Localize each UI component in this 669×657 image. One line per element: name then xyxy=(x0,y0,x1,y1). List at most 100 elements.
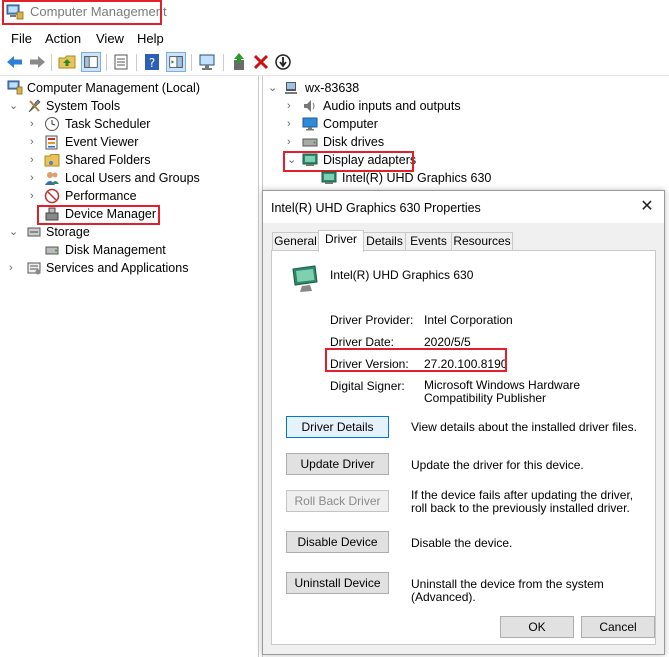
services-icon xyxy=(27,262,41,275)
roll-back-driver-button[interactable]: Roll Back Driver xyxy=(286,490,389,512)
chevron-right-icon[interactable]: › xyxy=(287,136,297,148)
driver-date-label: Driver Date: xyxy=(330,335,395,349)
scan-hardware-icon[interactable] xyxy=(197,52,217,72)
device-name: Intel(R) UHD Graphics 630 xyxy=(330,268,474,282)
up-folder-icon[interactable] xyxy=(57,52,77,72)
back-arrow-icon[interactable] xyxy=(5,52,25,72)
menu-help[interactable]: Help xyxy=(137,31,164,46)
toolbar: ? xyxy=(0,49,669,76)
chevron-right-icon[interactable]: › xyxy=(287,118,297,130)
performance-icon xyxy=(44,188,60,204)
digital-signer-value: Microsoft Windows Hardware Compatibility… xyxy=(424,378,581,405)
tab-details[interactable]: Details xyxy=(363,232,406,251)
tree-label: Services and Applications xyxy=(46,261,189,275)
disk-drive-icon xyxy=(302,138,318,147)
tree-item-services-applications[interactable]: › Services and Applications xyxy=(0,260,256,278)
chevron-down-icon[interactable]: ⌄ xyxy=(268,82,278,94)
show-action-pane-icon[interactable] xyxy=(166,52,186,72)
toolbar-separator xyxy=(223,54,224,71)
menu-bar: File Action View Help xyxy=(0,28,669,48)
tree-item-storage[interactable]: ⌄ Storage xyxy=(0,224,256,242)
computer-management-icon xyxy=(7,80,23,95)
uninstall-device-button[interactable]: Uninstall Device xyxy=(286,572,389,594)
chevron-right-icon[interactable]: › xyxy=(30,136,40,148)
storage-icon xyxy=(27,227,41,237)
users-icon xyxy=(45,172,59,185)
tree-item-audio[interactable]: › Audio inputs and outputs xyxy=(263,98,663,116)
tree-label: Computer xyxy=(323,117,378,131)
chevron-right-icon[interactable]: › xyxy=(30,154,40,166)
tree-label: Disk drives xyxy=(323,135,385,149)
chevron-right-icon[interactable]: › xyxy=(30,172,40,184)
forward-arrow-icon[interactable] xyxy=(27,52,47,72)
update-driver-icon[interactable] xyxy=(229,52,249,72)
title-bar: Computer Management xyxy=(0,0,669,26)
tree-label: Computer Management (Local) xyxy=(27,81,200,95)
dialog-title-bar: Intel(R) UHD Graphics 630 Properties ✕ xyxy=(263,191,664,223)
tree-item-local-users-groups[interactable]: › Local Users and Groups xyxy=(0,170,256,188)
tree-label: wx-83638 xyxy=(305,81,360,95)
display-adapter-icon xyxy=(321,171,337,184)
title-highlight-box xyxy=(2,0,162,25)
tab-driver[interactable]: Driver xyxy=(318,230,364,252)
show-hide-console-tree-icon[interactable] xyxy=(81,52,101,72)
chevron-right-icon[interactable]: › xyxy=(30,190,40,202)
driver-tab-panel: Intel(R) UHD Graphics 630 Driver Provide… xyxy=(271,250,656,645)
tree-label: Intel(R) UHD Graphics 630 xyxy=(342,171,492,185)
uninstall-x-icon[interactable] xyxy=(251,52,271,72)
driver-date-value: 2020/5/5 xyxy=(424,335,471,349)
tree-item-system-tools[interactable]: ⌄ System Tools xyxy=(0,98,256,116)
tree-item-task-scheduler[interactable]: › Task Scheduler xyxy=(0,116,256,134)
tree-item-intel-uhd[interactable]: Intel(R) UHD Graphics 630 xyxy=(263,170,663,188)
tree-item-disk-drives[interactable]: › Disk drives xyxy=(263,134,663,152)
tree-item-performance[interactable]: › Performance xyxy=(0,188,256,206)
tab-events[interactable]: Events xyxy=(405,232,452,251)
tree-item-disk-management[interactable]: Disk Management xyxy=(0,242,256,260)
chevron-down-icon[interactable]: ⌄ xyxy=(9,226,19,238)
enable-device-icon[interactable] xyxy=(273,52,293,72)
computer-icon xyxy=(285,82,297,94)
toolbar-separator xyxy=(51,54,52,71)
chevron-right-icon[interactable]: › xyxy=(287,100,297,112)
digital-signer-label: Digital Signer: xyxy=(330,379,405,393)
menu-action[interactable]: Action xyxy=(45,31,81,46)
tree-item-computer[interactable]: › Computer xyxy=(263,116,663,134)
display-adapter-icon xyxy=(292,265,318,292)
console-tree-pane: Computer Management (Local) ⌄ System Too… xyxy=(0,76,259,657)
disable-device-button[interactable]: Disable Device xyxy=(286,531,389,553)
device-manager-highlight-box xyxy=(37,205,160,225)
driver-version-highlight-box xyxy=(325,348,507,372)
driver-details-description: View details about the installed driver … xyxy=(411,420,637,434)
tab-resources[interactable]: Resources xyxy=(451,232,513,251)
speaker-icon xyxy=(304,100,315,112)
driver-provider-value: Intel Corporation xyxy=(424,313,513,327)
toolbar-separator xyxy=(136,54,137,71)
properties-icon[interactable] xyxy=(111,52,131,72)
tree-label: Local Users and Groups xyxy=(65,171,200,185)
chevron-right-icon[interactable]: › xyxy=(9,262,19,274)
tab-general[interactable]: General xyxy=(272,232,319,251)
tree-item-shared-folders[interactable]: › Shared Folders xyxy=(0,152,256,170)
tree-label: System Tools xyxy=(46,99,121,113)
tree-item-event-viewer[interactable]: › Event Viewer xyxy=(0,134,256,152)
tree-label: Event Viewer xyxy=(65,135,139,149)
display-adapters-highlight-box xyxy=(283,151,414,172)
chevron-right-icon[interactable]: › xyxy=(30,118,40,130)
driver-details-button[interactable]: Driver Details xyxy=(286,416,389,438)
chevron-down-icon[interactable]: ⌄ xyxy=(9,100,19,112)
svg-text:?: ? xyxy=(149,56,155,70)
toolbar-separator xyxy=(191,54,192,71)
disable-device-description: Disable the device. xyxy=(411,536,513,550)
cancel-button[interactable]: Cancel xyxy=(581,616,655,638)
monitor-icon xyxy=(302,117,318,131)
tree-label: Audio inputs and outputs xyxy=(323,99,461,113)
menu-file[interactable]: File xyxy=(11,31,32,46)
update-driver-button[interactable]: Update Driver xyxy=(286,453,389,475)
tree-item-computer-management[interactable]: Computer Management (Local) xyxy=(0,80,256,98)
ok-button[interactable]: OK xyxy=(500,616,574,638)
help-icon[interactable]: ? xyxy=(142,52,162,72)
menu-view[interactable]: View xyxy=(96,31,124,46)
tree-label: Disk Management xyxy=(65,243,166,257)
close-icon[interactable]: ✕ xyxy=(637,197,657,217)
tree-item-computer-root[interactable]: ⌄ wx-83638 xyxy=(263,80,663,98)
